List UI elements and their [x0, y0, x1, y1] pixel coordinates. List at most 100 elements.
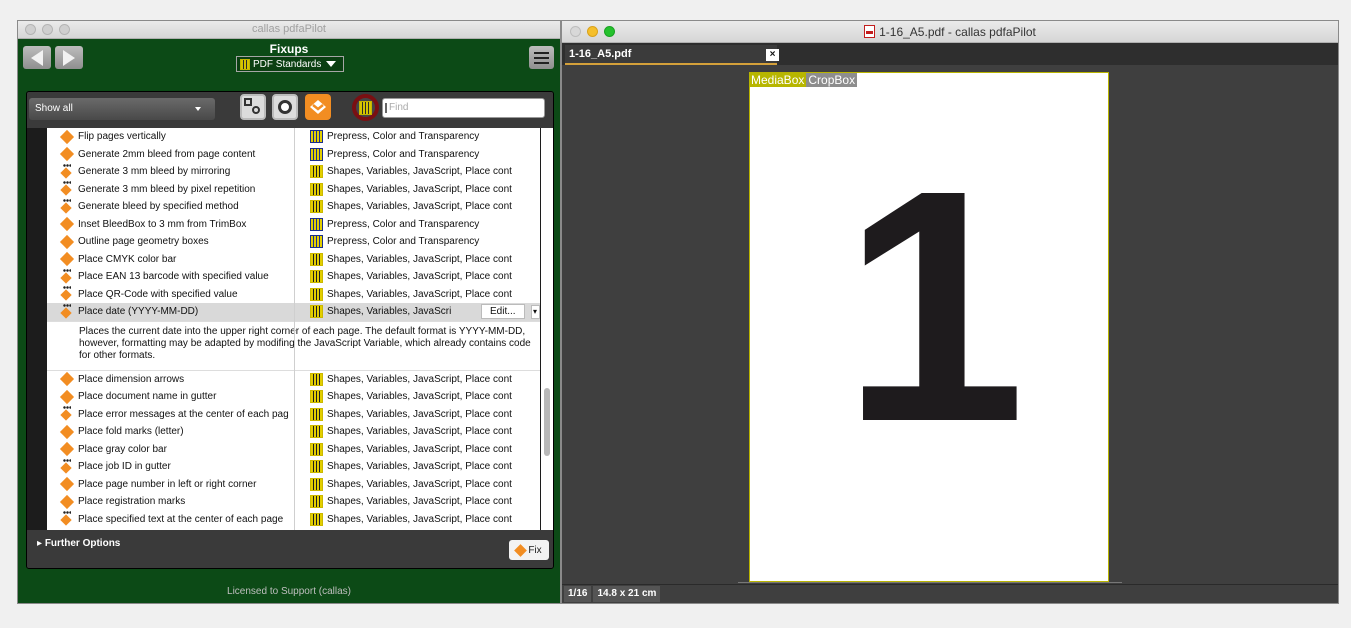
library-name: Shapes, Variables, JavaScript, Place con… [327, 408, 512, 420]
fix-button[interactable]: Fix [509, 540, 549, 560]
profiles-filter-button[interactable] [272, 94, 298, 120]
library-icon [310, 270, 323, 284]
close-window-icon[interactable] [570, 26, 581, 37]
close-window-icon[interactable] [25, 24, 36, 35]
pdf-file-icon [864, 25, 876, 38]
library-name: Shapes, Variables, JavaScript, Place con… [327, 391, 512, 403]
fixup-icon [59, 252, 75, 267]
page-indicator: 1/16 [564, 586, 592, 602]
page-size-indicator: 14.8 x 21 cm [593, 586, 661, 602]
fixup-variable-icon [60, 303, 74, 319]
document-tab[interactable]: 1-16_A5.pdf × [565, 45, 779, 65]
find-input[interactable]: Find [382, 98, 545, 118]
fixup-variable-icon [60, 198, 74, 214]
page-viewer[interactable]: 1 MediaBox CropBox [562, 66, 1338, 583]
library-icon [310, 460, 323, 474]
fixup-name: Generate bleed by specified method [78, 201, 239, 213]
zoom-window-icon[interactable] [59, 24, 70, 35]
filter-bar: Show all Find [27, 92, 553, 128]
hamburger-icon [534, 51, 549, 54]
status-bar: 1/16 14.8 x 21 cm [562, 584, 1338, 603]
fixup-name: Place error messages at the center of ea… [78, 408, 289, 420]
further-options-bar: Further Options Fix [27, 530, 553, 568]
library-name: Shapes, Variables, JavaScript, Place con… [327, 288, 512, 300]
fixup-icon [59, 494, 75, 509]
library-name: Prepress, Color and Transparency [327, 148, 480, 160]
further-options-toggle[interactable]: Further Options [37, 538, 121, 549]
fixup-icon [59, 424, 75, 439]
right-window-titlebar: 1-16_A5.pdf - callas pdfaPilot [562, 21, 1338, 43]
fixup-icon [59, 477, 75, 492]
license-text: Licensed to Support (callas) [227, 586, 351, 597]
library-icon [310, 372, 323, 386]
fixup-name: Place gray color bar [78, 443, 167, 455]
library-icon [310, 425, 323, 439]
library-name: Prepress, Color and Transparency [327, 236, 480, 248]
library-name: Shapes, Variables, JavaScript, Place con… [327, 513, 512, 525]
fixup-icon [514, 543, 528, 557]
standard-select-label: PDF Standards [253, 58, 322, 70]
close-tab-icon[interactable]: × [766, 49, 779, 61]
library-name: Shapes, Variables, JavaScript, Place con… [327, 183, 512, 195]
fixup-name: Generate 2mm bleed from page content [78, 148, 256, 160]
menu-button[interactable] [529, 46, 554, 69]
library-icon [310, 252, 323, 266]
section-title: Fixups [269, 42, 309, 56]
chevron-down-icon [195, 107, 201, 111]
fixup-name: Place dimension arrows [78, 373, 185, 385]
fix-button-label: Fix [528, 544, 542, 556]
column-divider [294, 128, 295, 530]
library-name: Shapes, Variables, JavaScript, Place con… [327, 496, 512, 508]
show-filter-select[interactable]: Show all [29, 98, 215, 120]
document-tab-label: 1-16_A5.pdf [569, 48, 632, 60]
fixup-icon [59, 372, 75, 387]
fixup-name: Inset BleedBox to 3 mm from TrimBox [78, 218, 247, 230]
fixups-panel: Show all Find Flip pages vertically Prepr… [26, 91, 554, 569]
library-name: Shapes, Variables, JavaScript, Place con… [327, 201, 512, 213]
library-icon [310, 442, 323, 456]
library-icon [310, 200, 323, 214]
library-icon [359, 100, 372, 115]
cropbox-label: CropBox [806, 73, 858, 87]
page-content-number: 1 [842, 121, 1026, 490]
library-name: Shapes, Variables, JavaScri [327, 306, 452, 318]
fixup-name: Place page number in left or right corne… [78, 478, 257, 490]
library-icon [310, 390, 323, 404]
library-icon [240, 58, 250, 70]
fixup-variable-icon [60, 181, 74, 196]
library-icon [310, 512, 323, 526]
fixups-filter-button[interactable] [305, 94, 331, 120]
library-icon [310, 407, 323, 421]
library-icon [310, 217, 323, 231]
library-icon [310, 495, 323, 509]
fixup-icon [59, 217, 75, 232]
page-shadow-line [738, 582, 1122, 583]
checks-filter-button[interactable] [240, 94, 266, 120]
fixup-icon [59, 147, 75, 162]
mediabox-label: MediaBox [749, 73, 807, 87]
fixup-name: Generate 3 mm bleed by pixel repetition [78, 183, 256, 195]
minimize-window-icon[interactable] [42, 24, 53, 35]
page-box-labels: MediaBox CropBox [749, 73, 858, 87]
library-name: Prepress, Color and Transparency [327, 218, 480, 230]
list-scrollbar[interactable] [541, 128, 553, 530]
library-icon [310, 235, 323, 249]
library-name: Shapes, Variables, JavaScript, Place con… [327, 461, 512, 473]
fixup-name: Place specified text at the center of ea… [78, 513, 284, 525]
left-window-title: callas pdfaPilot [252, 23, 326, 35]
fixup-icon [310, 100, 326, 114]
zoom-window-icon[interactable] [604, 26, 615, 37]
checks-icon [244, 98, 252, 106]
library-icon [310, 182, 323, 196]
scrollbar-thumb[interactable] [544, 388, 550, 456]
fixup-name: Outline page geometry boxes [78, 236, 209, 248]
fixup-icon [59, 389, 75, 404]
standard-select[interactable]: PDF Standards [236, 56, 344, 72]
show-filter-label: Show all [35, 103, 73, 114]
library-filter-button[interactable] [352, 94, 379, 121]
edit-button[interactable]: Edit... [481, 304, 525, 320]
flag-dropdown-icon[interactable]: ▾ [530, 304, 540, 319]
fixups-window: callas pdfaPilot Fixups PDF Standards Sh… [17, 20, 561, 604]
fixup-name: Place date (YYYY-MM-DD) [78, 306, 199, 318]
minimize-window-icon[interactable] [587, 26, 598, 37]
